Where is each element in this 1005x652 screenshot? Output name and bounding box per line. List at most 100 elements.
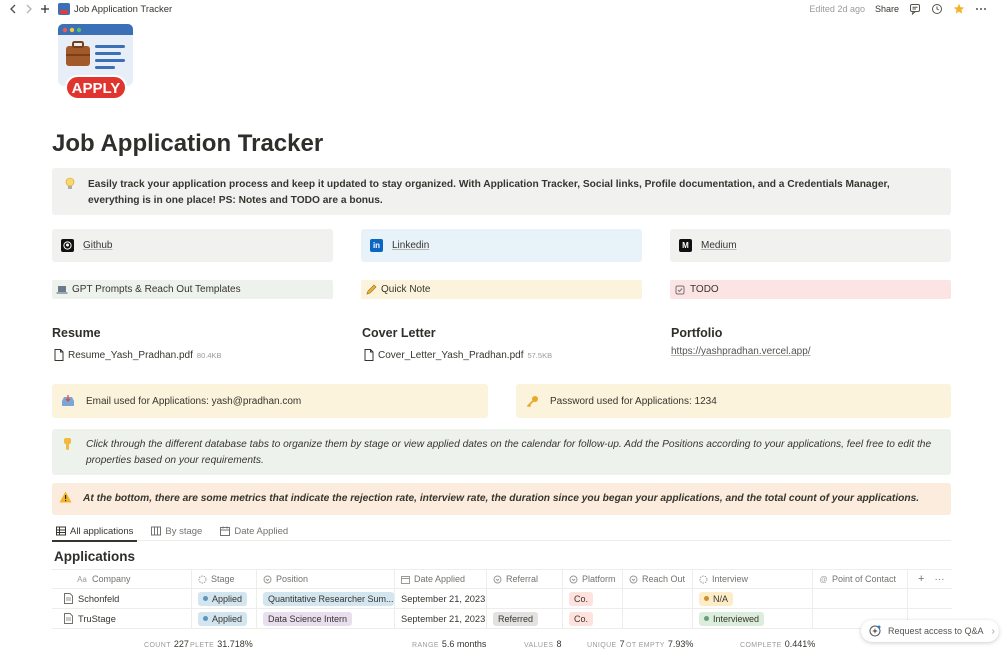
medium-link[interactable]: Medium — [701, 240, 737, 251]
linkedin-link[interactable]: Linkedin — [392, 240, 429, 251]
quick-note-page[interactable]: Quick Note — [361, 280, 642, 299]
date-range-metric[interactable]: RANGE 5.6 months — [412, 639, 486, 649]
intro-text: Easily track your application process an… — [88, 179, 890, 206]
cell-stage[interactable]: Applied — [192, 589, 257, 608]
cell-position[interactable]: Data Science Intern — [257, 609, 395, 628]
tab-by-stage-label: By stage — [165, 525, 203, 537]
password-callout[interactable]: Password used for Applications: 1234 — [516, 384, 951, 418]
cell-position[interactable]: Quantitative Researcher Sum... — [257, 589, 395, 608]
count-metric[interactable]: COUNT 227 — [144, 639, 189, 649]
medium-link-card[interactable]: M Medium — [670, 229, 951, 262]
interview-complete-metric[interactable]: COMPLETE 0.441% — [740, 639, 815, 649]
column-header-date-applied[interactable]: Date Applied — [395, 570, 487, 588]
forward-arrow-icon[interactable] — [22, 2, 36, 16]
column-header-stage[interactable]: Stage — [192, 570, 257, 588]
cell-interview[interactable]: Interviewed — [693, 609, 813, 628]
database-title[interactable]: Applications — [54, 549, 135, 564]
cover-letter-file[interactable]: Cover_Letter_Yash_Pradhan.pdf 57.5KB — [364, 349, 552, 361]
github-link[interactable]: Github — [83, 240, 112, 251]
resume-file[interactable]: Resume_Yash_Pradhan.pdf 80.4KB — [54, 349, 222, 361]
share-button[interactable]: Share — [875, 4, 899, 14]
metrics-text: At the bottom, there are some metrics th… — [83, 493, 920, 504]
gpt-prompts-page[interactable]: GPT Prompts & Reach Out Templates — [52, 280, 333, 299]
cell-platform[interactable]: Co. — [563, 589, 623, 608]
favorite-star-icon[interactable] — [953, 3, 965, 15]
inbox-tray-icon — [60, 395, 76, 407]
tab-by-stage[interactable]: By stage — [147, 522, 206, 541]
cell-reach-out[interactable] — [623, 589, 693, 608]
breadcrumb-page-title[interactable]: Job Application Tracker — [74, 4, 172, 15]
portfolio-url-link[interactable]: https://yashpradhan.vercel.app/ — [671, 346, 811, 357]
database-view-tabs: All applications By stage Date Applied — [52, 522, 951, 542]
percent-not-empty-metric[interactable]: OT EMPTY 7.93% — [626, 639, 693, 649]
column-header-company[interactable]: Aa Company — [52, 570, 192, 588]
cell-interview[interactable]: N/A — [693, 589, 813, 608]
cover-letter-heading: Cover Letter — [362, 326, 436, 340]
column-header-point-of-contact[interactable]: @ Point of Contact — [813, 570, 908, 588]
comment-icon[interactable] — [909, 3, 921, 15]
cell-stage[interactable]: Applied — [192, 609, 257, 628]
cell-date-applied[interactable]: September 21, 2023 — [395, 589, 487, 608]
cover-letter-filename[interactable]: Cover_Letter_Yash_Pradhan.pdf — [378, 350, 523, 361]
checkbox-icon — [673, 285, 687, 295]
page-title[interactable]: Job Application Tracker — [52, 130, 323, 158]
page-icon — [64, 593, 73, 604]
cell-company[interactable]: Schonfeld — [52, 589, 192, 608]
cell-referral[interactable]: Referred — [487, 609, 563, 628]
intro-callout[interactable]: Easily track your application process an… — [52, 168, 951, 215]
email-callout[interactable]: Email used for Applications: yash@pradha… — [52, 384, 488, 418]
instructions-callout[interactable]: Click through the different database tab… — [52, 429, 951, 475]
column-header-interview[interactable]: Interview — [693, 570, 813, 588]
gpt-prompts-label: GPT Prompts & Reach Out Templates — [72, 284, 241, 295]
percent-complete-metric[interactable]: PLETE 31.718% — [190, 639, 253, 649]
resume-filename[interactable]: Resume_Yash_Pradhan.pdf — [68, 350, 193, 361]
cell-date-applied[interactable]: September 21, 2023 — [395, 609, 487, 628]
back-arrow-icon[interactable] — [6, 2, 20, 16]
metrics-callout[interactable]: At the bottom, there are some metrics th… — [52, 483, 951, 515]
more-options-icon[interactable] — [975, 3, 987, 15]
github-icon — [61, 239, 74, 252]
linkedin-link-card[interactable]: in Linkedin — [361, 229, 642, 262]
email-text: Email used for Applications: yash@pradha… — [86, 395, 302, 407]
board-icon — [151, 526, 162, 536]
select-property-icon — [493, 575, 502, 584]
job-application-page-icon[interactable]: APPLY — [57, 23, 134, 101]
unique-metric[interactable]: UNIQUE 7 — [587, 639, 625, 649]
cell-company[interactable]: TruStage — [52, 609, 192, 628]
qa-sparkle-icon — [869, 625, 881, 637]
text-property-icon: Aa — [77, 574, 87, 584]
interview-status-badge: N/A — [699, 591, 734, 606]
linkedin-icon: in — [370, 239, 383, 252]
cell-reach-out[interactable] — [623, 609, 693, 628]
column-header-actions: + ··· — [908, 570, 952, 588]
request-qa-access-button[interactable]: Request access to Q&A › — [861, 620, 999, 642]
column-header-platform[interactable]: Platform — [563, 570, 623, 588]
column-header-position[interactable]: Position — [257, 570, 395, 588]
cell-referral[interactable] — [487, 589, 563, 608]
select-property-icon — [263, 575, 272, 584]
github-link-card[interactable]: Github — [52, 229, 333, 262]
select-property-icon — [629, 575, 638, 584]
lightbulb-icon — [64, 177, 78, 195]
cover-letter-filesize: 57.5KB — [527, 350, 553, 360]
todo-page[interactable]: TODO — [670, 280, 951, 299]
column-header-reach-out[interactable]: Reach Out — [623, 570, 693, 588]
platform-tag: Co. — [569, 611, 594, 626]
cell-point-of-contact[interactable] — [813, 589, 908, 608]
pointing-down-hand-icon — [62, 437, 76, 455]
values-metric[interactable]: VALUES 8 — [524, 639, 562, 649]
new-page-plus-icon[interactable] — [38, 2, 52, 16]
instructions-text: Click through the different database tab… — [86, 439, 932, 466]
table-row[interactable]: Schonfeld Applied Quantitative Researche… — [52, 589, 952, 609]
platform-tag: Co. — [569, 591, 594, 606]
column-header-referral[interactable]: Referral — [487, 570, 563, 588]
history-clock-icon[interactable] — [931, 3, 943, 15]
tab-all-applications[interactable]: All applications — [52, 522, 138, 542]
table-row[interactable]: TruStage Applied Data Science Intern Sep… — [52, 609, 952, 629]
add-property-plus-icon[interactable]: + — [918, 573, 924, 585]
tab-date-applied[interactable]: Date Applied — [216, 522, 292, 541]
position-tag: Quantitative Researcher Sum... — [263, 591, 394, 606]
more-options-icon[interactable]: ··· — [934, 574, 944, 585]
file-icon — [364, 349, 374, 361]
cell-platform[interactable]: Co. — [563, 609, 623, 628]
